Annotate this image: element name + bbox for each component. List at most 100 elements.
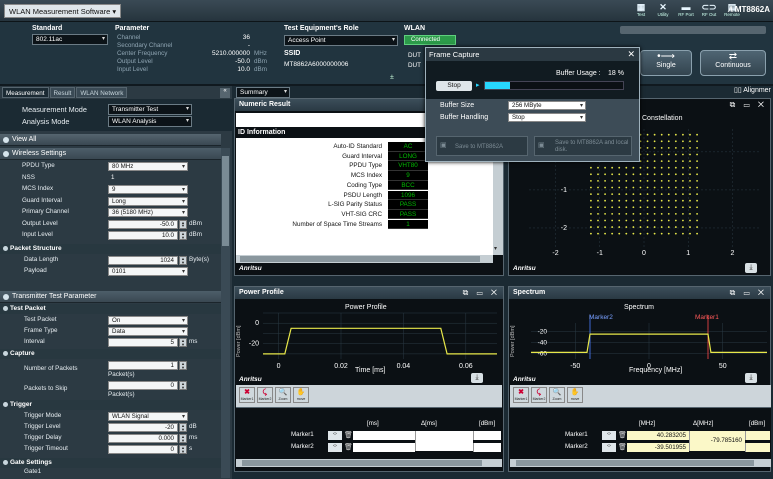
wireless-row-value[interactable]: Long (108, 196, 188, 206)
tool-marker2-button[interactable]: ⤹ Marker2 (257, 387, 273, 403)
const-point (653, 186, 656, 189)
test-packet-select[interactable]: On (108, 316, 188, 325)
rf-out-icon[interactable]: ⊂⊃ RF Out (698, 2, 720, 20)
tool-move-button[interactable]: ✋ move (293, 387, 309, 403)
capture-header[interactable]: Capture (0, 349, 221, 359)
trigger-delay-input[interactable]: 0.000 (108, 434, 178, 443)
id-row-label: VHT-SIG CRC (341, 210, 382, 218)
collapse-panel-icon[interactable]: « (220, 88, 230, 98)
save-to-local-button[interactable]: Save to MT8862A and local disk. (534, 136, 632, 156)
tab-wlan-network[interactable]: WLAN Network (76, 87, 128, 98)
frame-type-select[interactable]: Data (108, 327, 188, 336)
const-point (639, 179, 642, 182)
left-tabs: Measurement Result WLAN Network (2, 87, 128, 98)
tab-result[interactable]: Result (49, 87, 76, 98)
trigger-timeout-stepper[interactable]: ▴ ▾ (179, 445, 187, 454)
const-point (618, 206, 621, 209)
trigger-level-stepper[interactable]: ▴ ▾ (179, 423, 187, 432)
tool-zoom-button[interactable]: 🔍 Zoom (549, 387, 565, 403)
skip-input[interactable]: 0 (108, 381, 178, 390)
spectrum-window-buttons[interactable]: ⧉ ▭ ✕ (730, 288, 767, 298)
trigger-mode-select[interactable]: WLAN Signal (108, 412, 188, 421)
trigger-level-input[interactable]: -20 (108, 423, 178, 432)
tool-marker1-button[interactable]: ✖ Marker1 (513, 387, 529, 403)
trigger-delay-stepper[interactable]: ▴ ▾ (179, 434, 187, 443)
tool-zoom-button[interactable]: 🔍 Zoom (275, 387, 291, 403)
sp-hscrollbar[interactable] (510, 459, 771, 467)
wireless-row-value[interactable]: 10.0 (108, 231, 178, 240)
id-row-value: PASS (388, 209, 428, 220)
const-point (667, 133, 670, 136)
stop-button[interactable]: Stop (436, 81, 472, 91)
num-packets-input[interactable]: 1 (108, 361, 178, 370)
sp-marker2-trash-icon[interactable]: 🗑 (618, 443, 627, 451)
analysis-mode-select[interactable]: WLAN Analysis (108, 116, 192, 127)
continuous-button[interactable]: ⇄ Continuous (700, 50, 766, 76)
pp-marker2-arrows[interactable]: ‹› (328, 443, 342, 452)
pp-download-icon[interactable]: ⤓ (471, 373, 483, 383)
alignment-button[interactable]: ▯▯ Alignmer (734, 86, 771, 94)
single-button[interactable]: •⟶ Single (640, 50, 692, 76)
buffer-size-select[interactable]: 256 MByte (508, 101, 586, 110)
rf-port-icon[interactable]: ▬ RF Port (675, 2, 697, 20)
tool-move-icon: ✋ (570, 389, 580, 396)
buffer-handling-select[interactable]: Stop (508, 113, 586, 122)
standard-select[interactable]: 802.11ac (32, 34, 108, 45)
ssid-scroll-icon[interactable]: ± (390, 74, 394, 81)
skip-stepper[interactable]: ▴ ▾ (179, 381, 187, 390)
tx-param-header[interactable]: Transmitter Test Parameter (0, 291, 221, 303)
wireless-row-value[interactable]: 80 MHz (108, 162, 188, 171)
const-point (653, 166, 656, 169)
sp-marker1-trash-icon[interactable]: 🗑 (618, 431, 627, 439)
wireless-row-value[interactable]: -50.0 (108, 219, 178, 229)
interval-input[interactable]: 5 (108, 338, 178, 347)
const-point (682, 173, 684, 176)
trigger-delay-label: Trigger Delay (24, 434, 62, 441)
test-packet-header[interactable]: Test Packet (0, 304, 221, 314)
packet-structure-header[interactable]: Packet Structure (0, 244, 221, 254)
tool-move-button[interactable]: ✋ move (567, 387, 583, 403)
settings-scrollbar[interactable] (221, 148, 230, 478)
pp-hscrollbar[interactable] (236, 459, 502, 467)
utility-icon[interactable]: ✕ Utility (652, 2, 674, 20)
wireless-row-value[interactable]: 36 (5180 MHz) (108, 208, 188, 217)
power-profile-window-buttons[interactable]: ⧉ ▭ ✕ (463, 288, 500, 298)
id-row-value: PASS (388, 200, 428, 210)
const-point (618, 199, 621, 202)
dialog-close-icon[interactable]: ✕ (627, 49, 635, 60)
app-name-menu[interactable]: WLAN Measurement Software ▾ (4, 4, 122, 18)
data-length-input[interactable]: 1024 (108, 256, 178, 265)
data-length-stepper[interactable]: ▴ ▾ (179, 256, 187, 265)
numeric-hscrollbar[interactable] (236, 255, 493, 263)
wireless-row-stepper[interactable]: ▴ ▾ (179, 231, 187, 240)
constellation-window-buttons[interactable]: ⧉ ▭ ✕ (730, 100, 767, 110)
trigger-header[interactable]: Trigger (0, 400, 221, 410)
wireless-row-stepper[interactable]: ▴ ▾ (179, 219, 187, 229)
const-point (689, 140, 691, 143)
payload-select[interactable]: 0101 (108, 267, 188, 276)
pp-marker1-trash-icon[interactable]: 🗑 (344, 431, 353, 439)
wireless-settings-header[interactable]: Wireless Settings (0, 148, 221, 160)
wireless-row-value[interactable]: 9 (108, 185, 188, 194)
view-all-toggle[interactable]: View All (0, 134, 221, 146)
pp-marker2-trash-icon[interactable]: 🗑 (344, 443, 353, 451)
sp-marker1-arrows[interactable]: ‹› (602, 431, 616, 440)
test-icon[interactable]: ▦ Test (630, 2, 652, 20)
interval-stepper[interactable]: ▴ ▾ (179, 338, 187, 347)
constellation-download-icon[interactable]: ⤓ (745, 263, 757, 273)
sp-marker2-arrows[interactable]: ‹› (602, 443, 616, 452)
summary-select[interactable]: Summary (236, 87, 290, 98)
tool-marker2-button[interactable]: ⤹ Marker2 (531, 387, 547, 403)
role-select[interactable]: Access Point (284, 35, 398, 46)
tool-marker1-button[interactable]: ✖ Marker1 (239, 387, 255, 403)
save-to-mt8862a-button[interactable]: Save to MT8862A (436, 136, 528, 156)
pp-marker1-arrows[interactable]: ‹› (328, 431, 342, 440)
num-packets-stepper[interactable]: ▴ ▾ (179, 361, 187, 370)
trigger-timeout-input[interactable]: 0 (108, 445, 178, 454)
spectrum-download-icon[interactable]: ⤓ (745, 373, 757, 383)
measurement-mode-select[interactable]: Transmitter Test (108, 104, 192, 115)
tab-measurement[interactable]: Measurement (2, 87, 49, 98)
data-length-label: Data Length (24, 256, 59, 263)
const-point (597, 226, 599, 228)
frame-capture-dialog: Frame Capture ✕ Buffer Usage : 18 % Stop… (425, 47, 640, 162)
